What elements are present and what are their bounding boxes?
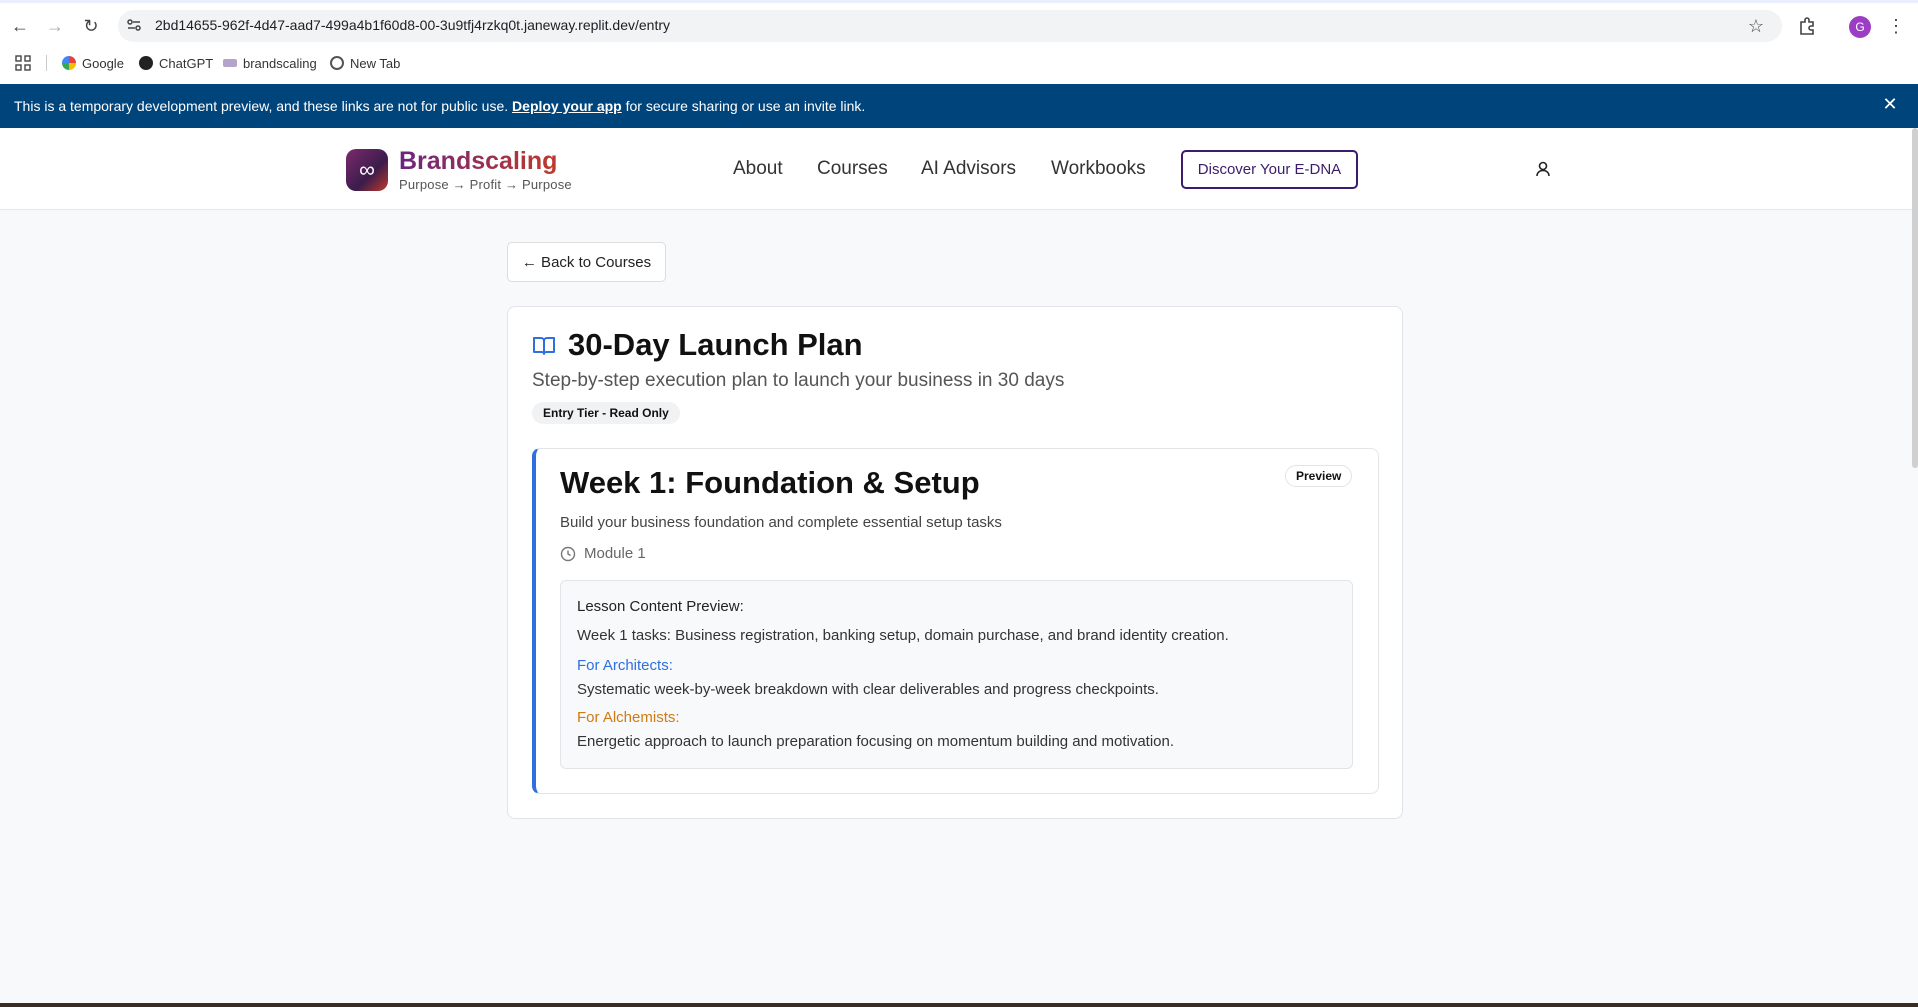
module-description: Build your business foundation and compl… (560, 514, 1002, 531)
scrollbar-thumb[interactable] (1912, 128, 1918, 468)
nav-courses[interactable]: Courses (817, 158, 888, 180)
course-title: 30-Day Launch Plan (568, 327, 863, 362)
clock-icon (560, 546, 576, 562)
banner-text-before: This is a temporary development preview,… (14, 98, 513, 114)
bookmark-label: brandscaling (243, 55, 317, 71)
bookmarks-divider (46, 55, 47, 71)
alchemists-text: Energetic approach to launch preparation… (577, 733, 1175, 750)
banner-text: This is a temporary development preview,… (14, 98, 865, 114)
discover-edna-button[interactable]: Discover Your E-DNA (1181, 150, 1358, 189)
lesson-summary: Week 1 tasks: Business registration, ban… (577, 627, 1229, 644)
taskbar-edge (0, 1003, 1918, 1007)
architects-label: For Architects: (577, 657, 673, 674)
back-to-courses-button[interactable]: ← Back to Courses (507, 242, 666, 282)
module-number: Module 1 (584, 545, 646, 562)
brand-name[interactable]: Brandscaling (399, 147, 557, 176)
url-text[interactable]: 2bd14655-962f-4d47-aad7-499a4b1f60d8-00-… (155, 17, 670, 33)
alchemists-label: For Alchemists: (577, 709, 680, 726)
lesson-heading: Lesson Content Preview: (577, 598, 744, 615)
bookmark-label: ChatGPT (159, 55, 214, 71)
google-icon (62, 56, 76, 70)
bookmark-chatgpt[interactable]: ChatGPT (139, 54, 213, 72)
tab-strip-edge (0, 0, 1918, 3)
forward-arrow-icon[interactable]: → (43, 14, 67, 38)
back-arrow-icon[interactable]: ← (8, 14, 32, 38)
star-icon[interactable]: ☆ (1744, 14, 1768, 38)
nav-workbooks[interactable]: Workbooks (1051, 158, 1146, 180)
kebab-menu-icon[interactable]: ⋮ (1884, 14, 1908, 38)
course-description: Step-by-step execution plan to launch yo… (532, 370, 1065, 391)
apps-grid-icon[interactable] (15, 55, 31, 71)
bookmark-new-tab[interactable]: New Tab (330, 54, 400, 72)
brand-tagline: Purpose → Profit → Purpose (399, 177, 572, 192)
extensions-icon[interactable] (1795, 14, 1819, 38)
brandscaling-icon (223, 59, 237, 67)
site-info-icon[interactable] (126, 17, 142, 33)
preview-badge: Preview (1285, 465, 1353, 487)
tier-badge: Entry Tier - Read Only (532, 402, 680, 424)
profile-avatar[interactable]: G (1849, 16, 1871, 38)
bookmark-label: New Tab (350, 55, 401, 71)
bookmark-brandscaling[interactable]: brandscaling (223, 54, 317, 72)
banner-text-after: for secure sharing or use an invite link… (621, 98, 866, 114)
module-title: Week 1: Foundation & Setup (560, 465, 980, 500)
nav-ai-advisors[interactable]: AI Advisors (921, 158, 1016, 180)
book-open-icon (533, 337, 555, 355)
bookmark-google[interactable]: Google (62, 54, 124, 72)
chatgpt-icon (139, 56, 153, 70)
bookmark-label: Google (82, 55, 124, 71)
reload-icon[interactable]: ↻ (79, 14, 103, 38)
deploy-link[interactable]: Deploy your app (512, 98, 622, 114)
nav-about[interactable]: About (733, 158, 783, 180)
user-icon[interactable] (1533, 159, 1553, 179)
close-icon[interactable]: ✕ (1880, 94, 1900, 114)
logo-icon[interactable]: ∞ (346, 149, 388, 191)
dev-preview-banner: This is a temporary development preview,… (0, 84, 1918, 128)
globe-icon (330, 56, 344, 70)
architects-text: Systematic week-by-week breakdown with c… (577, 681, 1159, 698)
